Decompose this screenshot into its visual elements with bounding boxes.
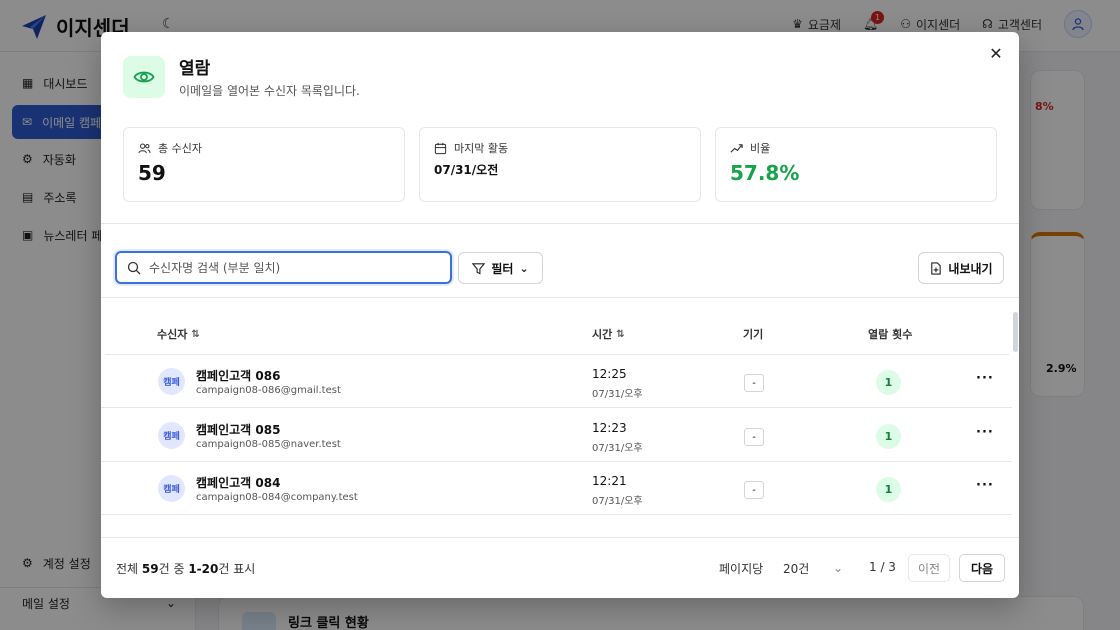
open-count-badge: 1: [876, 370, 901, 395]
prev-page-button[interactable]: 이전: [908, 554, 950, 582]
column-label: 열람 횟수: [868, 328, 913, 341]
open-count-badge: 1: [876, 424, 901, 449]
filter-label: 필터: [491, 261, 514, 276]
stat-value: 59: [138, 161, 166, 185]
summary-suffix: 건 표시: [218, 562, 256, 576]
table-row[interactable]: 캠페 캠페인고객 086 campaign08-086@gmail.test 1…: [101, 355, 1012, 408]
page-indicator: 1 / 3: [869, 560, 896, 574]
close-button[interactable]: ✕: [987, 43, 1005, 63]
search-box[interactable]: [115, 251, 452, 284]
next-page-button[interactable]: 다음: [959, 554, 1005, 582]
pagination-summary: 전체 59건 중 1-20건 표시: [116, 560, 255, 577]
table-row[interactable]: 캠페 캠페인고객 085 campaign08-085@naver.test 1…: [101, 409, 1012, 462]
open-date: 07/31/오후: [592, 389, 643, 400]
avatar: 캠페: [158, 422, 185, 449]
column-header-device: 기기: [743, 326, 763, 342]
column-header-opens: 열람 횟수: [868, 326, 912, 342]
search-input[interactable]: [149, 260, 439, 275]
stat-value: 07/31/오전: [434, 163, 499, 177]
column-label: 수신자: [157, 328, 188, 341]
open-date: 07/31/오후: [592, 443, 643, 454]
search-icon: [127, 261, 141, 274]
summary-range: 1-20: [188, 562, 219, 576]
recipient-name: 캠페인고객 084: [196, 476, 281, 490]
more-actions-icon[interactable]: ···: [976, 425, 994, 440]
open-time: 12:23: [592, 421, 627, 435]
stat-label: 마지막 활동: [454, 142, 509, 155]
open-time: 12:21: [592, 474, 627, 488]
sort-icon: ⇅: [191, 328, 200, 340]
more-actions-icon[interactable]: ···: [976, 478, 994, 493]
summary-total: 59: [141, 562, 159, 576]
footer-divider: [101, 537, 1019, 538]
section-divider: [101, 223, 1019, 224]
eye-icon-box: [123, 56, 165, 98]
export-button[interactable]: 내보내기: [918, 252, 1004, 284]
per-page-select[interactable]: 20건 ⌄: [777, 554, 849, 582]
recipient-email: campaign08-084@company.test: [196, 492, 358, 503]
column-label: 기기: [743, 328, 764, 341]
modal-title: 열람: [179, 59, 211, 79]
eye-icon: [133, 71, 155, 83]
recipient-email: campaign08-085@naver.test: [196, 439, 341, 450]
per-page-label: 페이지당: [719, 562, 764, 576]
column-header-time[interactable]: 시간 ⇅: [592, 326, 625, 342]
table-scrollbar[interactable]: [1013, 312, 1018, 352]
open-date: 07/31/오후: [592, 496, 643, 507]
chevron-down-icon: ⌄: [832, 561, 843, 575]
device-badge: -: [744, 374, 764, 392]
calendar-icon: [434, 142, 447, 154]
sort-icon: ⇅: [616, 328, 625, 340]
column-header-recipient[interactable]: 수신자 ⇅: [157, 326, 200, 342]
stat-label: 총 수신자: [158, 142, 202, 155]
recipient-name: 캠페인고객 086: [196, 369, 281, 383]
device-badge: -: [744, 481, 764, 499]
export-label: 내보내기: [948, 261, 993, 276]
file-export-icon: [931, 261, 942, 275]
open-count-badge: 1: [876, 477, 901, 502]
stat-card-ratio: 비율 57.8%: [715, 127, 997, 202]
users-icon: [138, 143, 151, 153]
open-time: 12:25: [592, 367, 627, 381]
stat-card-last-activity: 마지막 활동 07/31/오전: [419, 127, 701, 202]
summary-mid: 건 중: [158, 562, 189, 576]
table-row[interactable]: 캠페 캠페인고객 084 campaign08-084@company.test…: [101, 462, 1012, 515]
avatar: 캠페: [158, 475, 185, 502]
toolbar-divider: [101, 297, 1019, 298]
stat-label: 비율: [750, 142, 771, 155]
modal-subtitle: 이메일을 열어본 수신자 목록입니다.: [179, 84, 360, 98]
per-page-value: 20건: [783, 561, 810, 576]
recipient-name: 캠페인고객 085: [196, 423, 281, 437]
stat-value: 57.8%: [730, 161, 800, 185]
filter-icon: [472, 262, 486, 275]
column-label: 시간: [592, 328, 613, 341]
trend-up-icon: [730, 143, 743, 153]
stat-card-total-recipients: 총 수신자 59: [123, 127, 405, 202]
close-icon: ✕: [989, 43, 1003, 63]
device-badge: -: [744, 428, 764, 446]
recipient-email: campaign08-086@gmail.test: [196, 385, 341, 396]
summary-prefix: 전체: [116, 562, 142, 576]
chevron-down-icon: ⌄: [519, 261, 529, 275]
avatar: 캠페: [158, 368, 185, 395]
filter-button[interactable]: 필터 ⌄: [458, 252, 543, 284]
more-actions-icon[interactable]: ···: [976, 371, 994, 386]
opens-modal: ✕ 열람 이메일을 열어본 수신자 목록입니다. 총 수신자 59 마지막 활동…: [101, 32, 1019, 598]
